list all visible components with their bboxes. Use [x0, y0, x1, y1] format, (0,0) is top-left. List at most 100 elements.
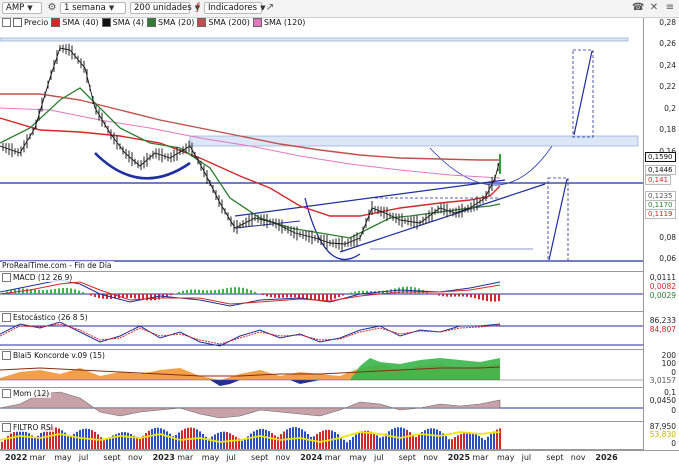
rsi-bar — [97, 434, 99, 449]
rsi-bar — [76, 432, 78, 449]
legend-item-price[interactable]: Precio — [13, 18, 48, 27]
rsi-bar — [448, 439, 450, 449]
stochastic-panel[interactable]: Estocástico (26 8 5) — [0, 312, 643, 350]
macd-bar — [58, 288, 60, 294]
macd-bar — [298, 294, 300, 298]
koncorde-panel[interactable]: Blai5 Koncorde v.09 (15) — [0, 350, 643, 388]
period-select[interactable]: 1 semana▼ — [60, 2, 126, 14]
macd-bar — [178, 292, 180, 294]
macd-bar — [430, 293, 432, 294]
rsi-bar — [418, 434, 420, 449]
macd-bar — [82, 292, 84, 294]
rsi-bar — [451, 439, 453, 449]
macd-bar — [222, 289, 224, 294]
legend-item-sma200[interactable]: SMA (200) — [197, 18, 250, 27]
macd-bar — [230, 288, 232, 294]
macd-bar — [238, 287, 240, 294]
source-text: ProRealTime.com - Fin de Día — [2, 261, 112, 270]
momentum-panel[interactable]: Mom (12) — [0, 388, 643, 422]
macd-bar — [66, 288, 68, 294]
rsi-bar — [352, 437, 354, 449]
macd-bar — [130, 294, 132, 298]
macd-bar — [446, 294, 448, 297]
indicators-button[interactable]: Indicadores▼ — [204, 2, 262, 14]
time-axis-label: may — [202, 453, 219, 462]
rsi-bar — [406, 430, 408, 449]
macd-bar — [198, 290, 200, 294]
macd-chart — [0, 272, 643, 312]
units-select[interactable]: 200 unidades▼ — [130, 2, 190, 14]
rsi-bar — [259, 429, 261, 449]
stochastic-tick: 84,807 — [650, 325, 676, 334]
macd-bar — [350, 293, 352, 294]
price-tick: 0,18 — [659, 125, 676, 134]
koncorde-title[interactable]: Blai5 Koncorde v.09 (15) — [2, 351, 107, 360]
rsi-bar — [127, 433, 129, 449]
time-axis-label: sept — [103, 453, 120, 462]
macd-bar — [210, 290, 212, 294]
time-axis-label: nov — [423, 453, 438, 462]
legend-swatch — [147, 18, 156, 27]
stochastic-title-text: Estocástico (26 8 5) — [13, 313, 88, 322]
legend-toggle[interactable] — [2, 18, 11, 27]
time-axis[interactable]: 2022marmayjulseptnov2023marmayjulseptnov… — [0, 450, 679, 465]
macd-bar — [354, 292, 356, 294]
rsi-bar — [1, 442, 3, 449]
legend-label: SMA (200) — [208, 18, 250, 27]
stochastic-tick: 86,233 — [650, 316, 676, 325]
panel-toggle[interactable] — [2, 423, 11, 432]
macd-title[interactable]: MACD (12 26 9) — [2, 273, 74, 282]
macd-tick: 0,0111 — [650, 273, 676, 282]
legend-item-sma40[interactable]: SMA (40) — [51, 18, 98, 27]
macd-bar — [486, 294, 488, 301]
rsi-bar — [34, 438, 36, 449]
legend-item-sma20[interactable]: SMA (20) — [147, 18, 194, 27]
legend-item-sma4[interactable]: SMA (4) — [102, 18, 144, 27]
rsi-bar — [124, 432, 126, 449]
legend-item-sma120[interactable]: SMA (120) — [253, 18, 306, 27]
rsi-bar — [145, 433, 147, 449]
momentum-chart — [0, 388, 643, 422]
rsi-bar — [409, 432, 411, 449]
chevron-down-icon: ▼ — [109, 4, 114, 12]
time-axis-label: may — [54, 453, 71, 462]
symbol-select[interactable]: AMP▼ — [2, 2, 42, 14]
panel-toggle[interactable] — [2, 273, 11, 282]
rsi-bar — [13, 432, 15, 449]
rsi-bar — [307, 434, 309, 449]
chart-settings-icon[interactable]: ⚙ — [46, 2, 58, 14]
macd-bar — [62, 288, 64, 294]
drawing-tools-icon[interactable]: ↗ — [264, 2, 276, 14]
price-axis[interactable]: 0,280,260,240,220,20,180,160,140,120,10,… — [643, 18, 679, 450]
rsi-bar — [79, 430, 81, 449]
rsi-bar — [250, 434, 252, 449]
macd-bar — [474, 294, 476, 298]
alert-icon[interactable]: ☎ — [632, 2, 644, 14]
momentum-title[interactable]: Mom (12) — [2, 389, 51, 398]
rsi-bar — [349, 440, 351, 449]
macd-bar — [174, 293, 176, 294]
rsi-bar — [463, 433, 465, 449]
rsi-bar — [67, 435, 69, 449]
time-axis-label: mar — [472, 453, 488, 462]
price-tick: 0,08 — [659, 233, 676, 242]
stochastic-title[interactable]: Estocástico (26 8 5) — [2, 313, 90, 322]
price-panel[interactable]: ProRealTime.com - Fin de Día — [0, 28, 643, 272]
rsi-bar — [4, 439, 6, 449]
panel-toggle[interactable] — [2, 313, 11, 322]
macd-bar — [434, 294, 436, 295]
macd-bar — [466, 294, 468, 297]
rsi-filter-panel[interactable]: FILTRO RSI — [0, 422, 643, 450]
rsi-filter-title[interactable]: FILTRO RSI — [2, 423, 55, 432]
macd-panel[interactable]: MACD (12 26 9) — [0, 272, 643, 312]
macd-bar — [26, 289, 28, 294]
macd-bar — [286, 294, 288, 298]
rsi-tick: 0 — [671, 439, 676, 448]
time-axis-label: jul — [226, 453, 236, 462]
close-icon[interactable]: ✕ — [648, 2, 660, 14]
panel-toggle[interactable] — [2, 389, 11, 398]
koncorde-title-text: Blai5 Koncorde v.09 (15) — [13, 351, 105, 360]
panel-toggle[interactable] — [2, 351, 11, 360]
menu-icon[interactable]: ≡ — [664, 2, 676, 14]
time-axis-label: nov — [128, 453, 143, 462]
